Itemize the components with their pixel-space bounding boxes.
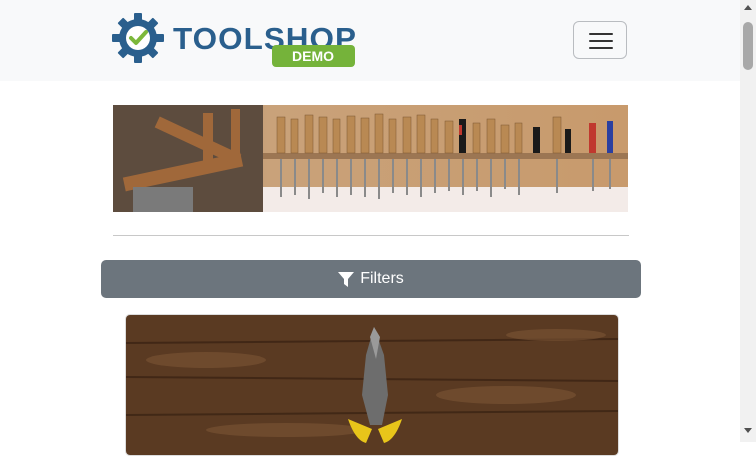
filters-button-label: Filters bbox=[360, 270, 404, 287]
product-card[interactable] bbox=[125, 314, 619, 456]
filters-button[interactable]: Filters bbox=[101, 260, 641, 298]
gear-icon bbox=[112, 13, 164, 63]
scroll-up-arrow-icon[interactable] bbox=[744, 5, 752, 10]
scroll-down-arrow-icon[interactable] bbox=[744, 428, 752, 433]
divider bbox=[113, 235, 629, 236]
navbar: TOOLSHOP DEMO bbox=[0, 0, 740, 81]
menu-toggle-button[interactable] bbox=[573, 21, 627, 59]
toolshop-logo[interactable]: TOOLSHOP DEMO bbox=[112, 12, 358, 68]
filter-icon bbox=[338, 271, 355, 287]
product-image bbox=[126, 315, 618, 455]
banner-image bbox=[113, 105, 628, 212]
scrollbar[interactable] bbox=[740, 0, 756, 442]
scrollbar-thumb[interactable] bbox=[743, 22, 753, 70]
demo-badge-text: DEMO bbox=[292, 48, 334, 64]
